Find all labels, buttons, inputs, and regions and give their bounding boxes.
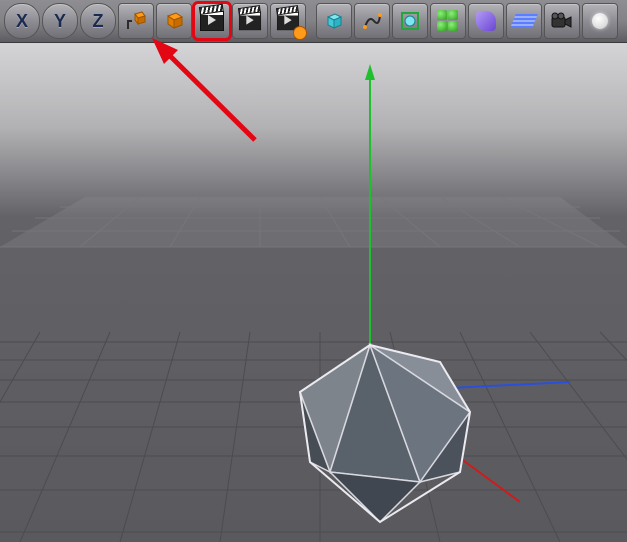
gear-icon bbox=[293, 26, 307, 40]
camera-button[interactable] bbox=[544, 3, 580, 39]
viewport-scene bbox=[0, 42, 627, 542]
generator-button[interactable] bbox=[392, 3, 428, 39]
camera-icon bbox=[551, 12, 573, 30]
axis-x-button[interactable]: X bbox=[4, 3, 40, 39]
deformer-button[interactable] bbox=[468, 3, 504, 39]
render-settings-button[interactable] bbox=[270, 3, 306, 39]
icosahedron-object bbox=[300, 345, 470, 522]
make-editable-icon bbox=[164, 11, 184, 31]
generator-subdiv-icon bbox=[400, 11, 420, 31]
light-button[interactable] bbox=[582, 3, 618, 39]
render-view-icon bbox=[200, 11, 224, 31]
array-button[interactable] bbox=[430, 3, 466, 39]
light-icon bbox=[592, 13, 608, 29]
parent-to-icon bbox=[126, 11, 146, 31]
floor-icon bbox=[510, 14, 538, 28]
generator-array-icon bbox=[437, 10, 459, 32]
make-editable-button[interactable] bbox=[156, 3, 192, 39]
render-picture-viewer-icon bbox=[239, 12, 261, 30]
floor-button[interactable] bbox=[506, 3, 542, 39]
parent-to-button[interactable] bbox=[118, 3, 154, 39]
render-picture-viewer-button[interactable] bbox=[232, 3, 268, 39]
primitive-button[interactable] bbox=[316, 3, 352, 39]
spline-button[interactable] bbox=[354, 3, 390, 39]
primitive-cube-icon bbox=[324, 11, 344, 31]
axis-z-label: Z bbox=[93, 11, 104, 32]
main-toolbar: X Y Z bbox=[0, 0, 627, 43]
render-view-button[interactable] bbox=[194, 3, 230, 39]
deformer-icon bbox=[476, 11, 496, 31]
spline-pen-icon bbox=[362, 11, 382, 31]
axis-y-button[interactable]: Y bbox=[42, 3, 78, 39]
axis-y-label: Y bbox=[54, 11, 66, 32]
perspective-viewport[interactable] bbox=[0, 42, 627, 542]
axis-z-button[interactable]: Z bbox=[80, 3, 116, 39]
axis-x-label: X bbox=[16, 11, 28, 32]
